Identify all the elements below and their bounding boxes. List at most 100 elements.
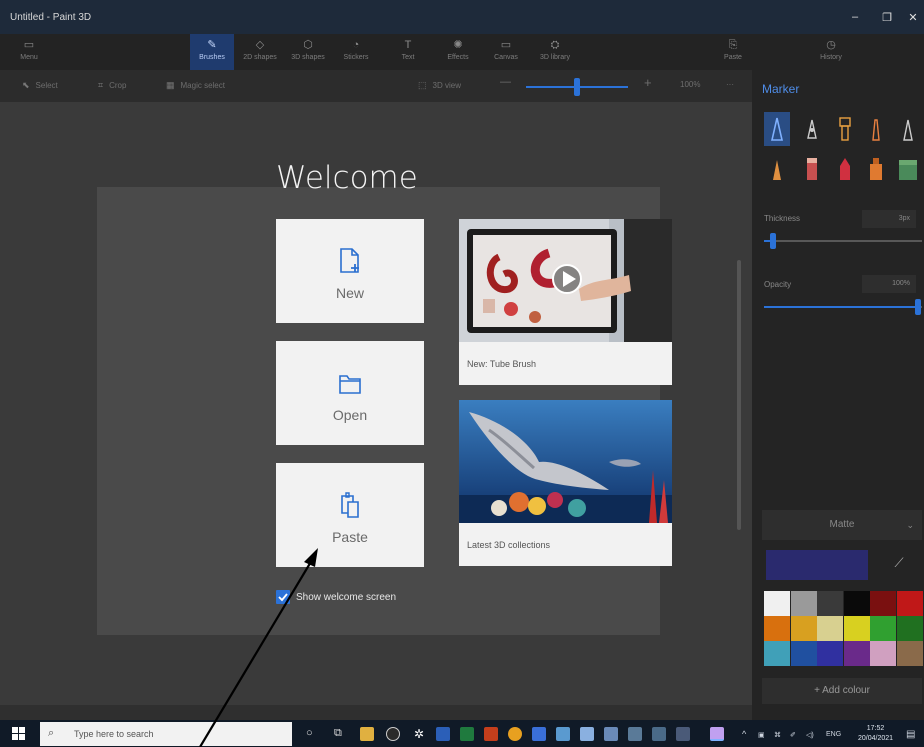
color-swatch[interactable] [764, 591, 790, 616]
thickness-slider-track[interactable] [764, 240, 922, 242]
minimize-button[interactable]: – [846, 11, 864, 23]
tray-chevron-icon[interactable]: ^ [742, 729, 746, 739]
opacity-slider-thumb[interactable] [915, 299, 921, 315]
sub-toolbar: ⬉ Select ⌗ Crop ▦ Magic select ⬚ 3D view — +… [0, 70, 752, 102]
horizontal-scrollbar[interactable] [0, 705, 752, 720]
word-icon[interactable] [436, 727, 450, 741]
dell-icon[interactable] [386, 727, 400, 741]
vertical-scrollbar[interactable] [737, 260, 741, 530]
excel-icon[interactable] [460, 727, 474, 741]
chrome-icon[interactable] [508, 727, 522, 741]
crop-button[interactable]: ⌗ Crop [98, 80, 126, 91]
color-swatch[interactable] [817, 641, 843, 666]
app-icon-1[interactable] [556, 727, 570, 741]
select-label: Select [35, 81, 58, 90]
eraser-tool[interactable] [799, 152, 825, 186]
windows-start-icon[interactable] [12, 727, 26, 741]
thickness-value[interactable]: 3px [862, 210, 916, 228]
color-swatch[interactable] [870, 591, 896, 616]
color-swatch[interactable] [790, 641, 817, 666]
tab-stickers[interactable]: ◔ Stickers [334, 34, 378, 70]
opacity-value[interactable]: 100% [862, 275, 916, 293]
restore-button[interactable]: ❐ [878, 11, 896, 24]
color-swatch[interactable] [790, 616, 817, 641]
calligraphy-pen-tool[interactable] [799, 112, 825, 146]
app-icon-6[interactable] [676, 727, 690, 741]
pixel-pen-tool[interactable] [895, 112, 921, 146]
tray-pen-icon[interactable]: ✐ [790, 731, 796, 739]
zoom-out-button[interactable]: — [500, 76, 511, 88]
color-swatch[interactable] [843, 616, 870, 641]
paste-button[interactable]: Paste [276, 463, 424, 567]
language-indicator[interactable]: ENG [826, 731, 841, 738]
zoom-in-button[interactable]: + [644, 75, 652, 90]
magic-select-button[interactable]: ▦ Magic select [166, 80, 225, 91]
taskbar-search-box[interactable]: ⌕ Type here to search [40, 722, 292, 746]
teams-icon[interactable] [532, 727, 546, 741]
eyedropper-icon[interactable]: ⟋ [888, 555, 910, 577]
color-swatch[interactable] [896, 591, 923, 616]
color-swatch[interactable] [843, 641, 870, 666]
color-swatch[interactable] [896, 616, 923, 641]
app-icon-5[interactable] [652, 727, 666, 741]
watercolor-tool[interactable] [863, 112, 889, 146]
file-explorer-icon[interactable] [360, 727, 374, 741]
tab-2d-shapes[interactable]: ◇ 2D shapes [238, 34, 282, 70]
fill-tool[interactable] [895, 152, 921, 186]
tray-app-icon[interactable]: ▣ [758, 731, 765, 739]
more-options-button[interactable]: ··· [726, 80, 734, 89]
color-swatch[interactable] [764, 616, 790, 641]
new-button[interactable]: New [276, 219, 424, 323]
notifications-icon[interactable]: ▤ [906, 729, 915, 740]
tab-3d-library[interactable]: ⛭ 3D library [532, 34, 578, 70]
tube-brush-video[interactable] [459, 219, 672, 342]
3d-collections-card[interactable]: Latest 3D collections [459, 400, 672, 566]
crayon-tool[interactable] [832, 152, 858, 186]
3d-collections-image[interactable] [459, 400, 672, 523]
color-swatch[interactable] [870, 641, 896, 666]
color-swatch[interactable] [896, 641, 923, 666]
tab-effects[interactable]: ✺ Effects [438, 34, 478, 70]
show-welcome-checkbox[interactable] [276, 590, 290, 604]
tab-canvas[interactable]: ▭ Canvas [486, 34, 526, 70]
add-colour-button[interactable]: + Add colour [762, 678, 922, 704]
color-swatch[interactable] [817, 616, 843, 641]
finish-value: Matte [829, 519, 855, 530]
tube-brush-card[interactable]: New: Tube Brush [459, 219, 672, 385]
open-button[interactable]: Open [276, 341, 424, 445]
tab-label: 3D shapes [291, 54, 325, 61]
app-icon-3[interactable] [604, 727, 618, 741]
task-view-icon[interactable]: ⧉ [334, 727, 342, 740]
color-swatch[interactable] [843, 591, 870, 616]
history-button[interactable]: ◷ History [812, 34, 850, 70]
menu-button[interactable]: ▭ Menu [14, 34, 44, 70]
powerpoint-icon[interactable] [484, 727, 498, 741]
paste-ribbon-button[interactable]: ⎘ Paste [716, 34, 750, 70]
app-icon-4[interactable] [628, 727, 642, 741]
select-button[interactable]: ⬉ Select [22, 80, 58, 91]
settings-gear-icon[interactable]: ✲ [412, 727, 426, 741]
cortana-icon[interactable]: ○ [306, 727, 313, 739]
tab-brushes[interactable]: ✎ Brushes [190, 34, 234, 70]
current-color-swatch[interactable] [766, 550, 868, 580]
tray-network-icon[interactable]: ⌘ [774, 731, 781, 739]
color-swatch[interactable] [764, 641, 790, 666]
color-swatch[interactable] [870, 616, 896, 641]
app-icon-2[interactable] [580, 727, 594, 741]
color-swatch[interactable] [790, 591, 817, 616]
3d-view-button[interactable]: ⬚ 3D view [418, 80, 461, 91]
close-button[interactable]: ✕ [904, 11, 922, 24]
thickness-slider-thumb[interactable] [770, 233, 776, 249]
pencil-tool[interactable] [764, 152, 790, 186]
finish-dropdown[interactable]: Matte ⌄ [762, 510, 922, 540]
marker-tool[interactable] [764, 112, 790, 146]
spray-can-tool[interactable] [863, 152, 889, 186]
oil-brush-tool[interactable] [832, 112, 858, 146]
taskbar-clock[interactable]: 17:52 20/04/2021 [858, 724, 893, 744]
color-swatch[interactable] [817, 591, 843, 616]
zoom-slider-thumb[interactable] [574, 78, 580, 96]
volume-icon[interactable]: ◁) [806, 731, 814, 739]
tab-3d-shapes[interactable]: ⬡ 3D shapes [286, 34, 330, 70]
tab-text[interactable]: T Text [388, 34, 428, 70]
paint-3d-taskbar-icon[interactable] [710, 727, 724, 741]
